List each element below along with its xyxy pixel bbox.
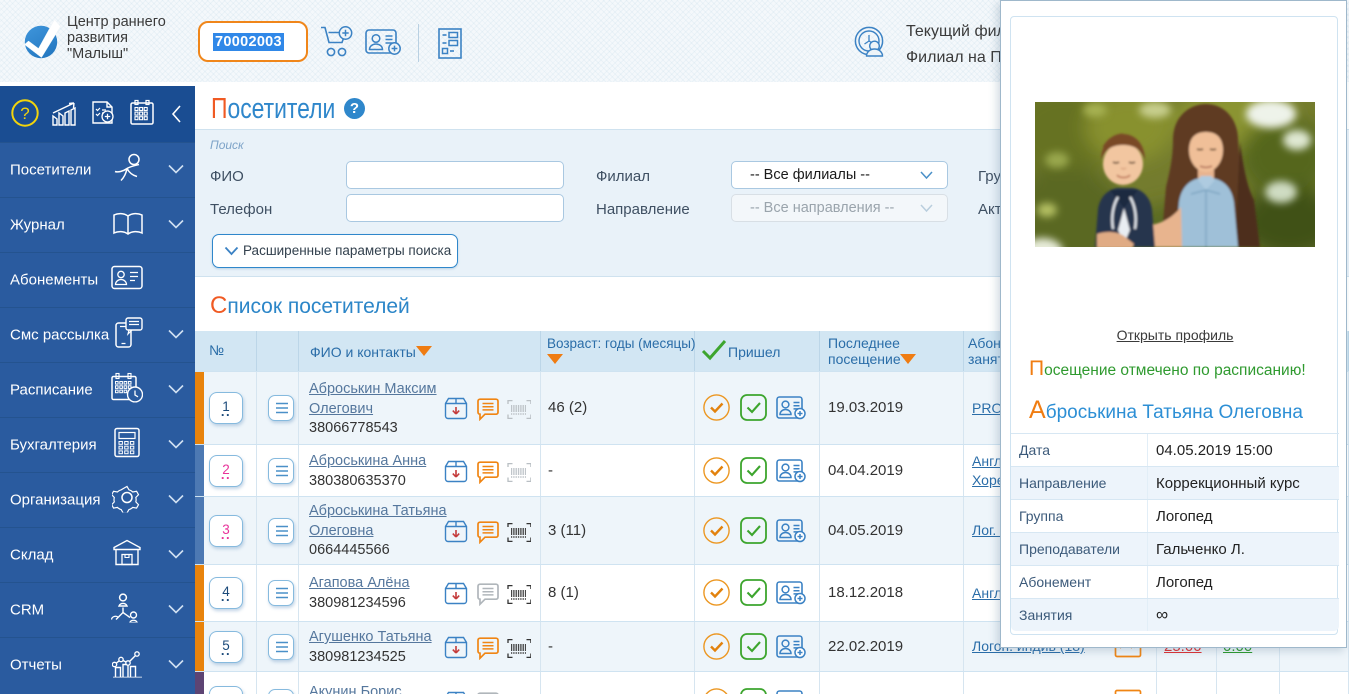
svg-text:?: ?	[20, 104, 29, 123]
